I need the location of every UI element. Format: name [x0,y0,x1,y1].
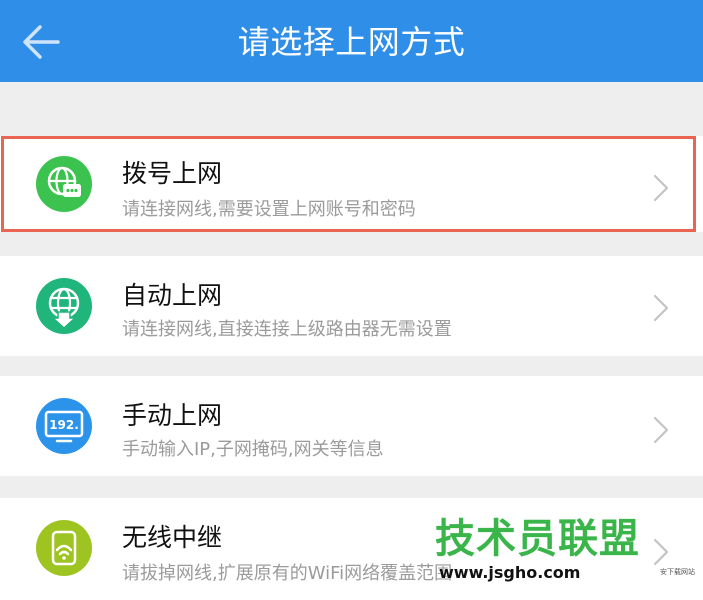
watermark-url: www.jsgho.com [439,563,581,582]
monitor-ip-icon: 192. [36,398,92,454]
option-description: 请连接网线,直接连接上级路由器无需设置 [122,319,452,340]
option-description: 手动输入IP,子网掩码,网关等信息 [122,439,384,460]
chevron-right-icon [653,294,669,322]
chevron-right-icon [653,416,669,444]
watermark-small-text: 安下载网站 [660,568,695,576]
title-bar: 请选择上网方式 [0,0,703,82]
monitor-ip-text: 192. [49,418,79,432]
wireless-router-icon [36,520,92,576]
watermark: 技术员联盟 www.jsgho.com 安下载网站 [435,514,695,592]
globe-dial-icon [36,156,92,212]
option-auto[interactable]: 自动上网 请连接网线,直接连接上级路由器无需设置 [0,256,703,356]
option-description: 请拔掉网线,扩展原有的WiFi网络覆盖范围 [122,563,453,584]
watermark-brand: 技术员联盟 [435,516,640,562]
option-title: 手动上网 [122,401,223,430]
globe-download-icon [36,278,92,334]
page-title: 请选择上网方式 [237,23,466,61]
option-description: 请连接网线,需要设置上网账号和密码 [122,199,416,220]
option-manual[interactable]: 192. 手动上网 手动输入IP,子网掩码,网关等信息 [0,376,703,476]
option-title: 自动上网 [122,281,223,310]
chevron-right-icon [653,174,669,202]
option-title: 无线中继 [122,523,223,552]
option-dial-up[interactable]: 拨号上网 请连接网线,需要设置上网账号和密码 [0,136,703,232]
option-title: 拨号上网 [122,159,223,188]
